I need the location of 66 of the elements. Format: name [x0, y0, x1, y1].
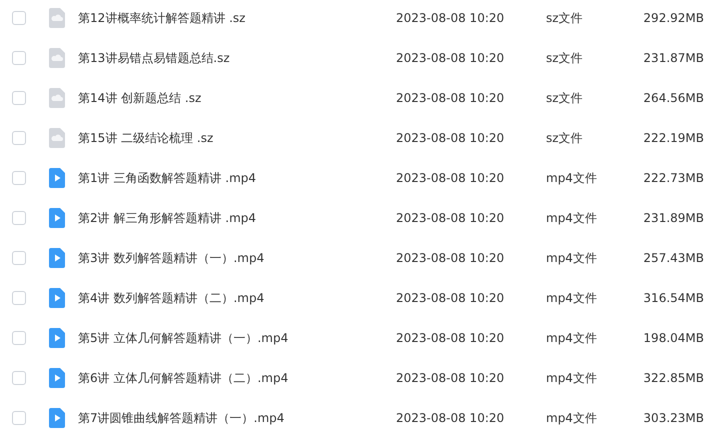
file-size: 322.85MB	[642, 371, 704, 385]
play-file-icon	[49, 168, 65, 188]
file-name[interactable]: 第7讲圆锥曲线解答题精讲（一）.mp4	[78, 410, 396, 426]
file-type: sz文件	[546, 50, 584, 66]
play-file-icon	[49, 288, 65, 308]
file-size: 264.56MB	[642, 91, 704, 105]
checkbox[interactable]	[12, 331, 26, 345]
file-size: 222.73MB	[642, 171, 704, 185]
cloud-file-icon	[49, 128, 65, 148]
play-file-icon	[49, 208, 65, 228]
checkbox[interactable]	[12, 411, 26, 425]
file-size: 257.43MB	[642, 251, 704, 265]
modified-date: 2023-08-08 10:20	[396, 371, 506, 385]
modified-date: 2023-08-08 10:20	[396, 131, 506, 145]
file-size: 303.23MB	[642, 411, 704, 425]
play-file-icon	[49, 368, 65, 388]
checkbox[interactable]	[12, 171, 26, 185]
file-type: mp4文件	[546, 170, 598, 186]
file-type: mp4文件	[546, 370, 598, 386]
modified-date: 2023-08-08 10:20	[396, 411, 506, 425]
file-size: 231.87MB	[642, 51, 704, 65]
checkbox[interactable]	[12, 11, 26, 25]
file-name[interactable]: 第1讲 三角函数解答题精讲 .mp4	[78, 170, 396, 186]
checkbox[interactable]	[12, 131, 26, 145]
file-name[interactable]: 第3讲 数列解答题精讲（一）.mp4	[78, 250, 396, 266]
file-size: 222.19MB	[642, 131, 704, 145]
file-name[interactable]: 第13讲易错点易错题总结.sz	[78, 50, 396, 66]
file-type: mp4文件	[546, 250, 598, 266]
file-type: mp4文件	[546, 290, 598, 306]
file-name[interactable]: 第2讲 解三角形解答题精讲 .mp4	[78, 210, 396, 226]
file-size: 198.04MB	[642, 331, 704, 345]
file-type: sz文件	[546, 130, 584, 146]
checkbox[interactable]	[12, 51, 26, 65]
modified-date: 2023-08-08 10:20	[396, 51, 506, 65]
file-name[interactable]: 第5讲 立体几何解答题精讲（一）.mp4	[78, 330, 396, 346]
modified-date: 2023-08-08 10:20	[396, 251, 506, 265]
play-file-icon	[49, 328, 65, 348]
file-size: 231.89MB	[642, 211, 704, 225]
file-name[interactable]: 第14讲 创新题总结 .sz	[78, 90, 396, 106]
file-name[interactable]: 第4讲 数列解答题精讲（二）.mp4	[78, 290, 396, 306]
modified-date: 2023-08-08 10:20	[396, 291, 506, 305]
file-size: 316.54MB	[642, 291, 704, 305]
play-file-icon	[49, 408, 65, 428]
file-type: sz文件	[546, 90, 584, 106]
checkbox[interactable]	[12, 251, 26, 265]
checkbox[interactable]	[12, 371, 26, 385]
checkbox[interactable]	[12, 211, 26, 225]
file-name[interactable]: 第6讲 立体几何解答题精讲（二）.mp4	[78, 370, 396, 386]
modified-date: 2023-08-08 10:20	[396, 331, 506, 345]
cloud-file-icon	[49, 8, 65, 28]
file-type: mp4文件	[546, 330, 598, 346]
file-size: 292.92MB	[642, 11, 704, 25]
file-name[interactable]: 第12讲概率统计解答题精讲 .sz	[78, 10, 396, 26]
checkbox[interactable]	[12, 91, 26, 105]
modified-date: 2023-08-08 10:20	[396, 11, 506, 25]
file-type: mp4文件	[546, 210, 598, 226]
file-type: sz文件	[546, 10, 584, 26]
file-name[interactable]: 第15讲 二级结论梳理 .sz	[78, 130, 396, 146]
checkbox[interactable]	[12, 291, 26, 305]
cloud-file-icon	[49, 48, 65, 68]
modified-date: 2023-08-08 10:20	[396, 171, 506, 185]
file-type: mp4文件	[546, 410, 598, 426]
modified-date: 2023-08-08 10:20	[396, 91, 506, 105]
modified-date: 2023-08-08 10:20	[396, 211, 506, 225]
cloud-file-icon	[49, 88, 65, 108]
play-file-icon	[49, 248, 65, 268]
